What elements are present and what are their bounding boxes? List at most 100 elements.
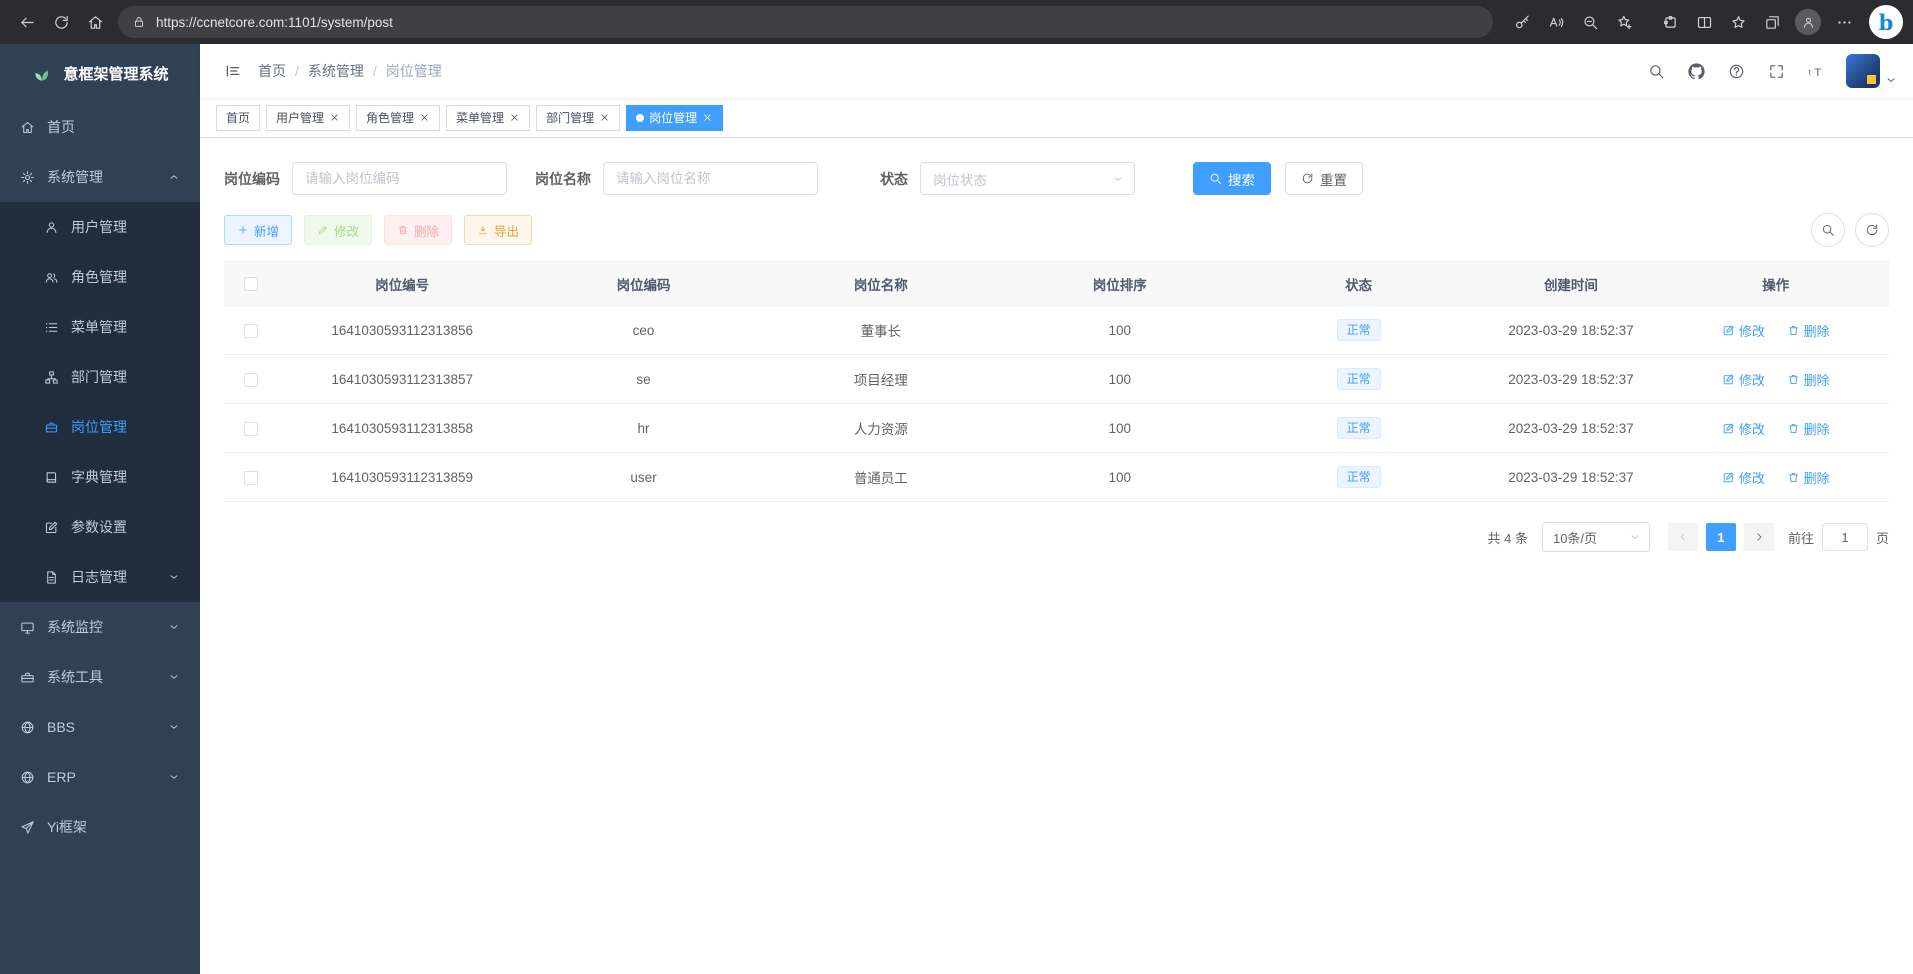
cell-created-time: 2023-03-29 18:52:37: [1479, 306, 1662, 355]
browser-profile-button[interactable]: [1795, 9, 1821, 35]
col-created-time: 创建时间: [1479, 262, 1662, 306]
post-code-input[interactable]: [292, 162, 507, 195]
col-post-code: 岗位编码: [527, 262, 760, 306]
row-edit-button[interactable]: 修改: [1722, 468, 1765, 487]
page-size-select[interactable]: 10条/页: [1542, 522, 1650, 552]
main-area: 首页 系统管理 岗位管理: [200, 44, 1913, 974]
row-delete-button[interactable]: 删除: [1787, 419, 1830, 438]
add-button[interactable]: 新增: [224, 215, 292, 245]
saved-password-key-button[interactable]: [1505, 5, 1539, 39]
search-button[interactable]: 搜索: [1193, 162, 1271, 195]
trash-icon: [1787, 471, 1800, 484]
monitor-icon: [20, 620, 35, 635]
address-bar[interactable]: https://ccnetcore.com:1101/system/post: [118, 6, 1493, 38]
site-info-lock-icon[interactable]: [126, 9, 152, 35]
fullscreen-button[interactable]: [1766, 61, 1786, 81]
tab-role-management[interactable]: 角色管理: [356, 105, 440, 131]
breadcrumb-home[interactable]: 首页: [258, 61, 308, 81]
row-delete-button[interactable]: 删除: [1787, 370, 1830, 389]
browser-refresh-button[interactable]: [44, 5, 78, 39]
home-icon: [20, 120, 35, 135]
font-size-button[interactable]: tT: [1806, 61, 1826, 81]
delete-button-disabled[interactable]: 删除: [384, 215, 452, 245]
tab-user-management[interactable]: 用户管理: [266, 105, 350, 131]
sidebar-item-erp[interactable]: ERP: [0, 752, 200, 802]
trash-icon: [1787, 422, 1800, 435]
sidebar-toggle-button[interactable]: [216, 54, 250, 88]
goto-page-input[interactable]: [1822, 523, 1868, 551]
col-status: 状态: [1238, 262, 1479, 306]
tab-home[interactable]: 首页: [216, 105, 260, 131]
prev-page-button[interactable]: [1668, 523, 1698, 551]
row-checkbox[interactable]: [244, 324, 258, 338]
status-select[interactable]: 岗位状态: [920, 162, 1135, 195]
sidebar-item-dict-management[interactable]: 字典管理: [0, 452, 200, 502]
row-edit-button[interactable]: 修改: [1722, 419, 1765, 438]
next-page-button[interactable]: [1744, 523, 1774, 551]
svg-text:t: t: [1808, 68, 1811, 77]
row-delete-button[interactable]: 删除: [1787, 468, 1830, 487]
refresh-table-button[interactable]: [1855, 213, 1889, 247]
row-edit-button[interactable]: 修改: [1722, 321, 1765, 340]
sidebar-item-label: 系统监控: [47, 617, 103, 637]
post-name-input[interactable]: [603, 162, 818, 195]
sidebar-item-yi-framework[interactable]: Yi框架: [0, 802, 200, 852]
toggle-search-button[interactable]: [1811, 213, 1845, 247]
row-checkbox[interactable]: [244, 471, 258, 485]
user-avatar[interactable]: [1846, 54, 1880, 88]
row-checkbox[interactable]: [244, 422, 258, 436]
sidebar-item-role-management[interactable]: 角色管理: [0, 252, 200, 302]
sidebar-item-system-monitor[interactable]: 系统监控: [0, 602, 200, 652]
sidebar-item-system-management[interactable]: 系统管理: [0, 152, 200, 202]
github-link-button[interactable]: [1686, 61, 1706, 81]
page-number-button[interactable]: 1: [1706, 523, 1736, 551]
extensions-button[interactable]: [1653, 5, 1687, 39]
split-screen-button[interactable]: [1687, 5, 1721, 39]
sidebar-item-system-tools[interactable]: 系统工具: [0, 652, 200, 702]
close-icon[interactable]: [509, 112, 520, 123]
sidebar-item-dept-management[interactable]: 部门管理: [0, 352, 200, 402]
favorites-button[interactable]: [1721, 5, 1755, 39]
close-icon[interactable]: [329, 112, 340, 123]
tab-dept-management[interactable]: 部门管理: [536, 105, 620, 131]
zoom-button[interactable]: [1573, 5, 1607, 39]
sidebar-item-log-management[interactable]: 日志管理: [0, 552, 200, 602]
browser-home-button[interactable]: [78, 5, 112, 39]
user-menu[interactable]: [1846, 54, 1897, 88]
search-icon: [1209, 172, 1222, 185]
tab-post-management[interactable]: 岗位管理: [626, 105, 723, 131]
sidebar-item-menu-management[interactable]: 菜单管理: [0, 302, 200, 352]
help-button[interactable]: [1726, 61, 1746, 81]
tab-menu-management[interactable]: 菜单管理: [446, 105, 530, 131]
globe-icon: [20, 770, 35, 785]
close-icon[interactable]: [702, 112, 713, 123]
row-edit-button[interactable]: 修改: [1722, 370, 1765, 389]
edit-button-disabled[interactable]: 修改: [304, 215, 372, 245]
add-button-label: 新增: [254, 221, 279, 240]
collections-button[interactable]: [1755, 5, 1789, 39]
sidebar-item-home[interactable]: 首页: [0, 102, 200, 152]
sidebar-item-param-settings[interactable]: 参数设置: [0, 502, 200, 552]
header-search-button[interactable]: [1646, 61, 1666, 81]
export-button[interactable]: 导出: [464, 215, 532, 245]
col-post-id: 岗位编号: [277, 262, 527, 306]
reset-button[interactable]: 重置: [1285, 162, 1363, 195]
add-favorite-button[interactable]: [1607, 5, 1641, 39]
browser-back-button[interactable]: [10, 5, 44, 39]
sidebar-item-post-management[interactable]: 岗位管理: [0, 402, 200, 452]
sidebar-item-label: 岗位管理: [71, 417, 127, 437]
bing-chat-button[interactable]: b: [1869, 5, 1903, 39]
row-delete-button[interactable]: 删除: [1787, 321, 1830, 340]
close-icon[interactable]: [419, 112, 430, 123]
status-badge: 正常: [1337, 466, 1381, 488]
close-icon[interactable]: [599, 112, 610, 123]
browser-more-button[interactable]: [1827, 5, 1861, 39]
row-checkbox[interactable]: [244, 373, 258, 387]
sidebar: 意框架管理系统 首页 系统管理 用户管理: [0, 44, 200, 974]
sidebar-item-bbs[interactable]: BBS: [0, 702, 200, 752]
read-aloud-button[interactable]: [1539, 5, 1573, 39]
select-all-checkbox[interactable]: [244, 277, 258, 291]
breadcrumb-system-management[interactable]: 系统管理: [308, 61, 386, 81]
sidebar-item-user-management[interactable]: 用户管理: [0, 202, 200, 252]
table-header-row: 岗位编号 岗位编码 岗位名称 岗位排序 状态 创建时间 操作: [224, 262, 1889, 306]
